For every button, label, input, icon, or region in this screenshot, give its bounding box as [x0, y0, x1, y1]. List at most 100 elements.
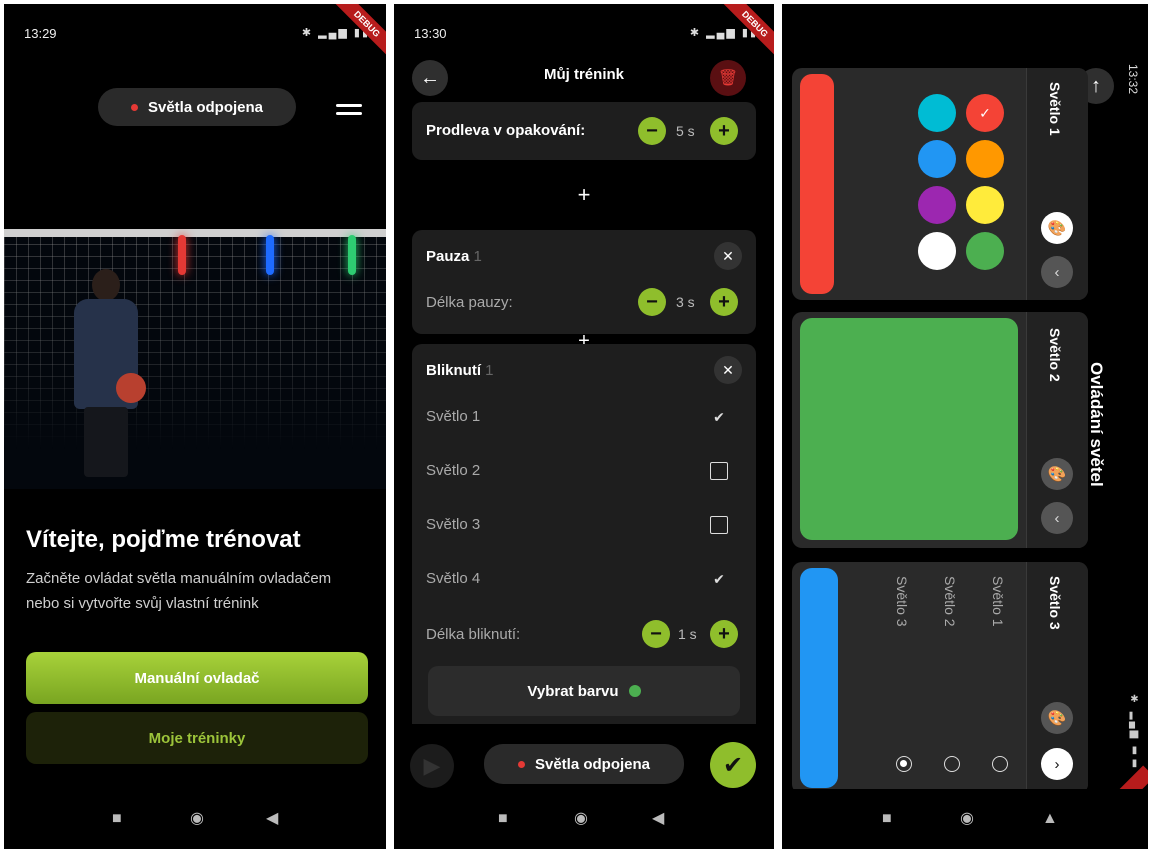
color-option-orange[interactable] [966, 140, 1004, 178]
recents-icon[interactable]: ■ [498, 811, 508, 827]
palette-icon[interactable]: 🎨 [1041, 212, 1073, 244]
light-1-color-swatch [800, 74, 834, 294]
light-1-card: ✓ Světlo 1 🎨 ‹ [792, 68, 1088, 300]
light-2-sidebar: Světlo 2 🎨 ‹ [1026, 312, 1088, 548]
light-3-target-2-label: Světlo 2 [942, 576, 958, 627]
pause-length-label: Délka pauzy: [426, 294, 513, 311]
manual-controller-button[interactable]: Manuální ovladač [26, 652, 368, 704]
blink-light-1-checkbox[interactable]: ✔ [710, 408, 728, 426]
blink-length-value: 1 s [678, 626, 697, 642]
pause-card: Pauza 1 ✕ Délka pauzy: − 3 s + [412, 230, 756, 334]
next-chevron-icon[interactable]: › [1041, 748, 1073, 780]
home-icon[interactable]: ◉ [960, 811, 974, 827]
collapse-chevron-icon[interactable]: ‹ [1041, 256, 1073, 288]
welcome-subtitle: Začněte ovládat světla manuálním ovladač… [26, 570, 332, 612]
remove-pause-close-icon[interactable]: ✕ [714, 242, 742, 270]
play-icon[interactable]: ▶ [410, 744, 454, 788]
hamburger-menu-icon[interactable] [336, 104, 362, 118]
android-nav-bar: ■ ◉ ◀ [394, 789, 774, 849]
net-band [4, 229, 386, 237]
red-light-tube-icon [178, 235, 186, 275]
blink-light-3-label: Světlo 3 [426, 516, 481, 533]
blink-light-4-label: Světlo 4 [426, 570, 481, 587]
back-icon[interactable]: ◀ [266, 811, 278, 827]
disconnected-dot-icon [130, 103, 138, 111]
repeat-delay-card: Prodleva v opakování: − 5 s + [412, 102, 756, 160]
light-control-screen: 13:32 ✱ ▂▄▆ ▮▮ DEBUG ↑ Ovládání světel ✓… [782, 4, 1148, 849]
add-step-button[interactable]: + [394, 182, 774, 208]
connection-status-pill[interactable]: Světla odpojena [484, 744, 684, 784]
green-light-tube-icon [348, 235, 356, 275]
repeat-delay-label: Prodleva v opakování: [426, 122, 586, 139]
palette-icon[interactable]: 🎨 [1041, 702, 1073, 734]
blink-length-plus-button[interactable]: + [710, 620, 738, 648]
color-option-white[interactable] [918, 232, 956, 270]
light-1-sidebar: Světlo 1 🎨 ‹ [1026, 68, 1088, 300]
blink-length-minus-button[interactable]: − [642, 620, 670, 648]
android-nav-bar: ■ ◉ ▲ [782, 789, 1148, 849]
connection-status-label: Světla odpojena [534, 755, 651, 773]
training-editor-screen: 13:30 ✱ ▂▄▆ ▮▮ DEBUG ← Můj trénink 🗑 Pro… [394, 4, 774, 849]
status-time: 13:32 [1126, 64, 1140, 95]
color-option-yellow[interactable] [966, 186, 1004, 224]
confirm-check-icon[interactable]: ✔ [710, 742, 756, 788]
blink-light-4-checkbox[interactable]: ✔ [710, 570, 728, 588]
delete-trash-icon[interactable]: 🗑 [710, 60, 746, 96]
status-time: 13:29 [24, 26, 57, 41]
welcome-title: Vítejte, pojďme trénovat [26, 526, 301, 553]
expand-chevron-icon[interactable]: ‹ [1041, 502, 1073, 534]
page-title: Ovládání světel [1087, 362, 1106, 487]
hero-image [4, 229, 386, 489]
light-3-label: Světlo 3 [1047, 576, 1063, 630]
color-option-cyan[interactable] [918, 94, 956, 132]
disconnected-dot-icon [517, 760, 525, 768]
back-icon[interactable]: ◀ [652, 811, 664, 827]
light-3-card: Světlo 1 Světlo 2 Světlo 3 Světlo 3 🎨 › [792, 562, 1088, 794]
color-option-green[interactable] [966, 232, 1004, 270]
status-icons: ✱ ▂▄▆ ▮▮ [1129, 694, 1140, 772]
light-3-target-1-label: Světlo 1 [990, 576, 1006, 627]
blink-light-3-checkbox[interactable] [710, 516, 728, 534]
repeat-delay-minus-button[interactable]: − [638, 117, 666, 145]
blink-card: Bliknutí 1 ✕ Světlo 1 ✔ Světlo 2 Světlo … [412, 344, 756, 724]
blink-light-2-checkbox[interactable] [710, 462, 728, 480]
pick-color-button[interactable]: Vybrat barvu [428, 666, 740, 716]
pause-length-plus-button[interactable]: + [710, 288, 738, 316]
recents-icon[interactable]: ■ [112, 811, 122, 827]
home-icon[interactable]: ◉ [190, 811, 204, 827]
player-figure [62, 269, 152, 479]
remove-blink-close-icon[interactable]: ✕ [714, 356, 742, 384]
repeat-delay-value: 5 s [676, 123, 695, 139]
blink-title: Bliknutí 1 [426, 362, 494, 379]
pause-length-minus-button[interactable]: − [638, 288, 666, 316]
light-3-target-2-radio[interactable] [944, 756, 960, 772]
status-bar: 13:30 ✱ ▂▄▆ ▮▮ DEBUG [394, 4, 774, 62]
android-nav-bar: ■ ◉ ◀ [4, 789, 386, 849]
my-trainings-button[interactable]: Moje tréninky [26, 712, 368, 764]
light-3-target-3-radio[interactable] [896, 756, 912, 772]
blue-light-tube-icon [266, 235, 274, 275]
palette-icon[interactable]: 🎨 [1041, 458, 1073, 490]
connection-status-pill[interactable]: Světla odpojena [98, 88, 296, 126]
home-screen: 13:29 ✱ ▂▄▆ ▮▮ DEBUG Světla odpojena Vít… [4, 4, 386, 849]
back-icon[interactable]: ▲ [1042, 811, 1058, 827]
home-icon[interactable]: ◉ [574, 811, 588, 827]
color-option-red-selected[interactable]: ✓ [966, 94, 1004, 132]
pause-title: Pauza 1 [426, 248, 482, 265]
blink-light-2-label: Světlo 2 [426, 462, 481, 479]
connection-status-label: Světla odpojena [147, 98, 264, 116]
light-1-label: Světlo 1 [1047, 82, 1063, 136]
blink-length-label: Délka bliknutí: [426, 626, 521, 643]
light-3-sidebar: Světlo 3 🎨 › [1026, 562, 1088, 794]
light-3-target-1-radio[interactable] [992, 756, 1008, 772]
repeat-delay-plus-button[interactable]: + [710, 117, 738, 145]
color-option-blue[interactable] [918, 140, 956, 178]
recents-icon[interactable]: ■ [882, 811, 892, 827]
blink-light-1-label: Světlo 1 [426, 408, 481, 425]
light-2-card: Světlo 2 🎨 ‹ [792, 312, 1088, 548]
pause-length-value: 3 s [676, 294, 695, 310]
status-bar: 13:29 ✱ ▂▄▆ ▮▮ DEBUG [4, 4, 386, 62]
light-3-color-swatch [800, 568, 838, 788]
selected-color-dot [628, 685, 641, 697]
color-option-purple[interactable] [918, 186, 956, 224]
